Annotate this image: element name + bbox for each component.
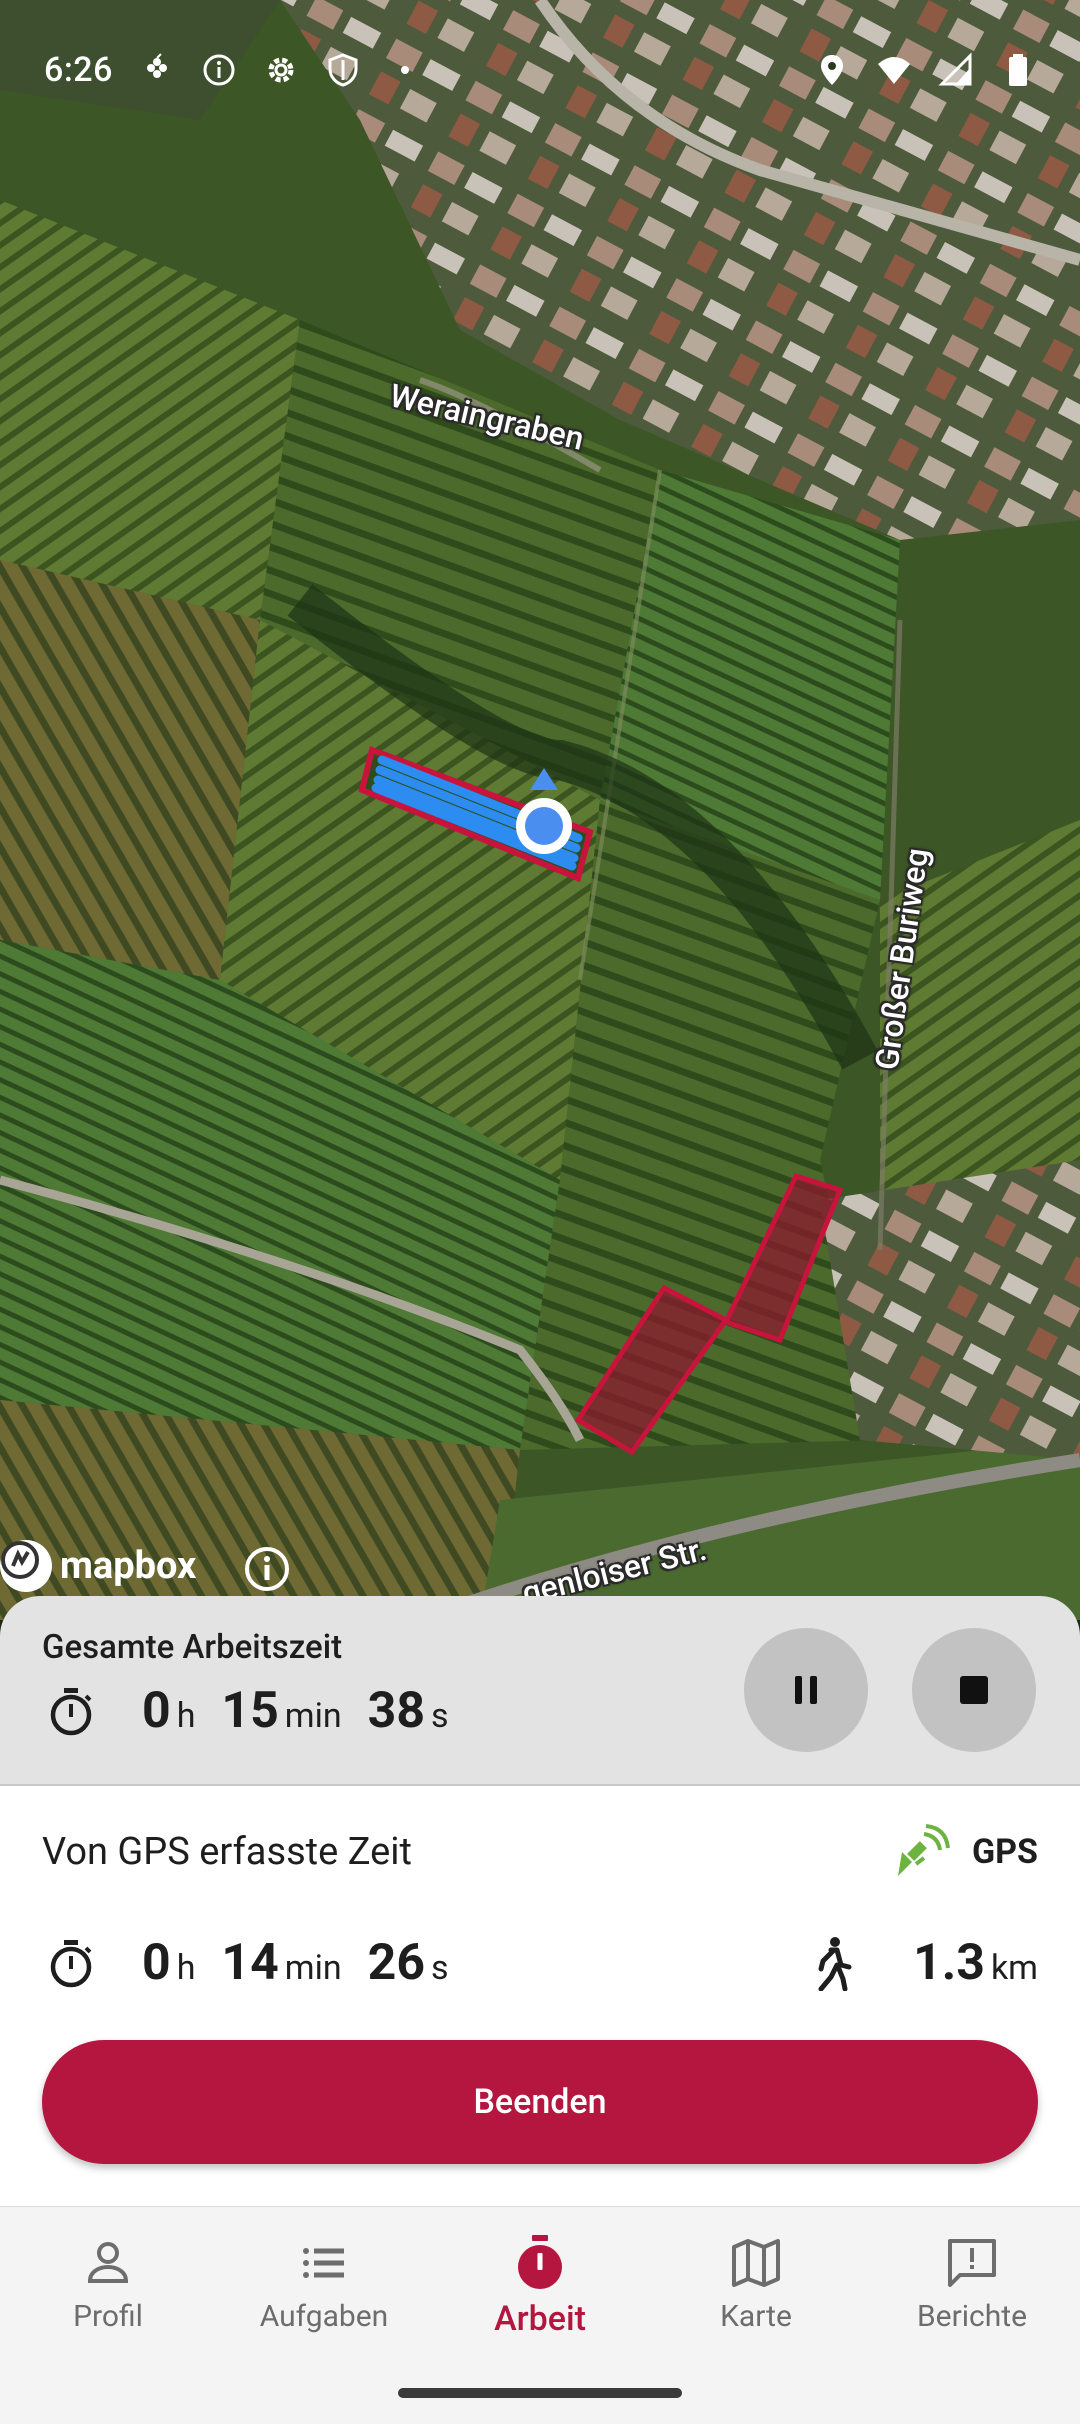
total-time-value: 0h 15 min 38 s xyxy=(44,1682,449,1740)
distance-number: 1.3 xyxy=(913,1934,985,1992)
seconds-unit: s xyxy=(431,1948,449,1988)
nav-item-berichte[interactable]: Berichte xyxy=(864,2233,1080,2334)
dot-icon xyxy=(387,52,423,88)
pause-icon xyxy=(795,1676,817,1704)
timer-icon xyxy=(50,1688,92,1736)
signal-icon xyxy=(938,52,974,88)
map-icon xyxy=(732,2239,780,2287)
mapbox-mark-icon xyxy=(0,1540,52,1592)
battery-icon xyxy=(1000,52,1036,88)
gps-time-value: 0h 14 min 26 s xyxy=(44,1934,449,1992)
stop-icon xyxy=(960,1676,988,1704)
timer-icon xyxy=(50,1940,92,1988)
nav-label: Aufgaben xyxy=(259,2299,389,2334)
gps-status: GPS xyxy=(894,1824,1038,1880)
person-icon xyxy=(87,2242,129,2283)
location-icon xyxy=(814,52,850,88)
distance-value: 1.3 km xyxy=(805,1934,1038,1992)
nav-item-profil[interactable]: Profil xyxy=(0,2233,216,2334)
walking-icon xyxy=(818,1937,852,1991)
end-button[interactable]: Beenden xyxy=(42,2040,1038,2164)
list-icon xyxy=(303,2248,344,2278)
hours-unit: h xyxy=(176,1948,196,1988)
pause-button[interactable] xyxy=(744,1628,868,1752)
status-time: 6:26 xyxy=(44,50,113,90)
attribution-info-icon[interactable] xyxy=(244,1546,290,1592)
hours-value: 0 xyxy=(142,1682,171,1740)
stopwatch-icon xyxy=(518,2235,562,2289)
nav-label: Berichte xyxy=(916,2299,1027,2334)
info-icon xyxy=(201,52,237,88)
distance-unit: km xyxy=(990,1948,1038,1988)
nav-label: Profil xyxy=(73,2299,143,2334)
total-time-panel: Gesamte Arbeitszeit 0h 15 min 38 s xyxy=(0,1596,1080,1786)
nav-label: Karte xyxy=(720,2299,792,2334)
seconds-value: 38 xyxy=(367,1682,426,1740)
minutes-value: 14 xyxy=(221,1934,279,1992)
seconds-unit: s xyxy=(431,1696,449,1736)
vine-icon xyxy=(139,52,175,88)
minutes-value: 15 xyxy=(221,1682,279,1740)
shield-icon xyxy=(325,52,361,88)
report-icon xyxy=(948,2239,996,2287)
total-time-title: Gesamte Arbeitszeit xyxy=(42,1628,343,1667)
gps-label: GPS xyxy=(971,1832,1038,1872)
minutes-unit: min xyxy=(284,1696,342,1736)
hours-unit: h xyxy=(176,1696,196,1736)
mapbox-wordmark: mapbox xyxy=(60,1544,197,1588)
map-view[interactable]: Weraingraben Großer Buriweg genloiser St… xyxy=(0,0,1080,1620)
hours-value: 0 xyxy=(142,1934,171,1992)
gps-time-title: Von GPS erfasste Zeit xyxy=(42,1830,412,1874)
nav-item-karte[interactable]: Karte xyxy=(648,2233,864,2334)
satellite-map[interactable] xyxy=(0,0,1080,1620)
settings-icon xyxy=(263,52,299,88)
nav-item-aufgaben[interactable]: Aufgaben xyxy=(216,2233,432,2334)
nav-item-arbeit[interactable]: Arbeit xyxy=(432,2233,648,2339)
stop-button[interactable] xyxy=(912,1628,1036,1752)
nav-label: Arbeit xyxy=(494,2299,586,2339)
seconds-value: 26 xyxy=(367,1934,426,1992)
gps-time-panel: Von GPS erfasste Zeit GPS 0h 14 min 26 s 1… xyxy=(0,1786,1080,2206)
wifi-icon xyxy=(876,52,912,88)
status-bar: 6:26 xyxy=(0,0,1080,140)
home-indicator[interactable] xyxy=(398,2388,682,2398)
mapbox-logo: mapbox xyxy=(0,1540,196,1592)
minutes-unit: min xyxy=(284,1948,342,1988)
satellite-icon xyxy=(897,1824,950,1876)
